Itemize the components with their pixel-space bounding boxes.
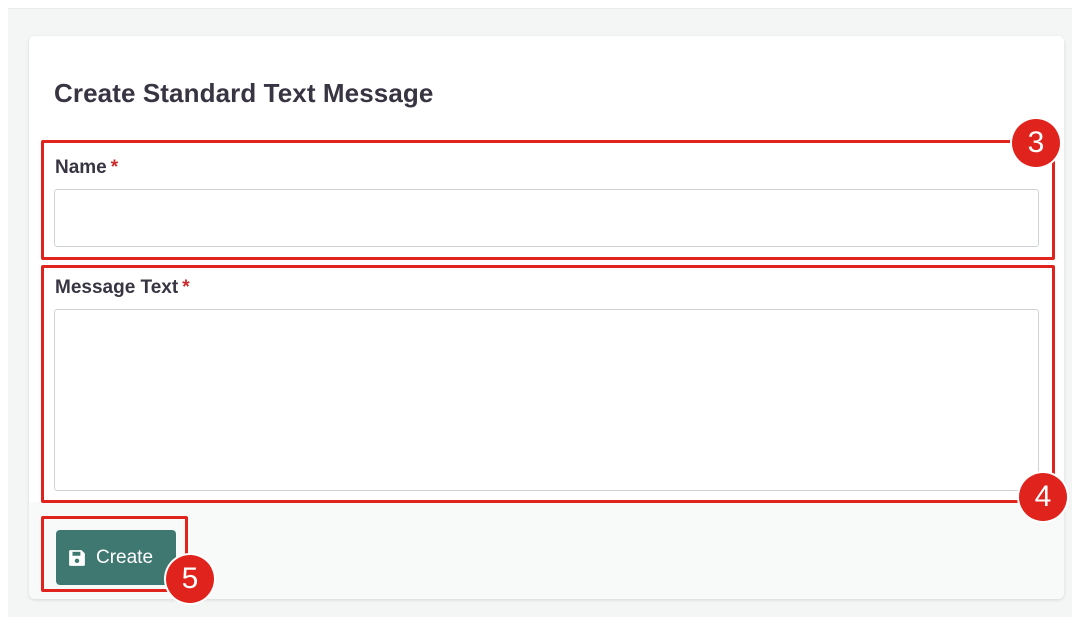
save-icon <box>68 549 86 567</box>
name-label-text: Name <box>55 157 107 178</box>
create-button[interactable]: Create <box>56 530 176 585</box>
annotation-badge-3: 3 <box>1012 119 1060 167</box>
annotation-badge-5: 5 <box>166 555 214 603</box>
create-button-label: Create <box>96 546 154 568</box>
name-label: Name * <box>55 157 118 179</box>
name-input[interactable] <box>54 189 1039 247</box>
page-title: Create Standard Text Message <box>54 78 434 108</box>
annotation-badge-4: 4 <box>1019 473 1067 521</box>
message-text-label: Message Text * <box>55 277 190 299</box>
message-text-input[interactable] <box>54 309 1039 491</box>
message-text-label-text: Message Text <box>55 277 179 298</box>
required-marker: * <box>110 157 119 178</box>
required-marker: * <box>182 277 190 298</box>
